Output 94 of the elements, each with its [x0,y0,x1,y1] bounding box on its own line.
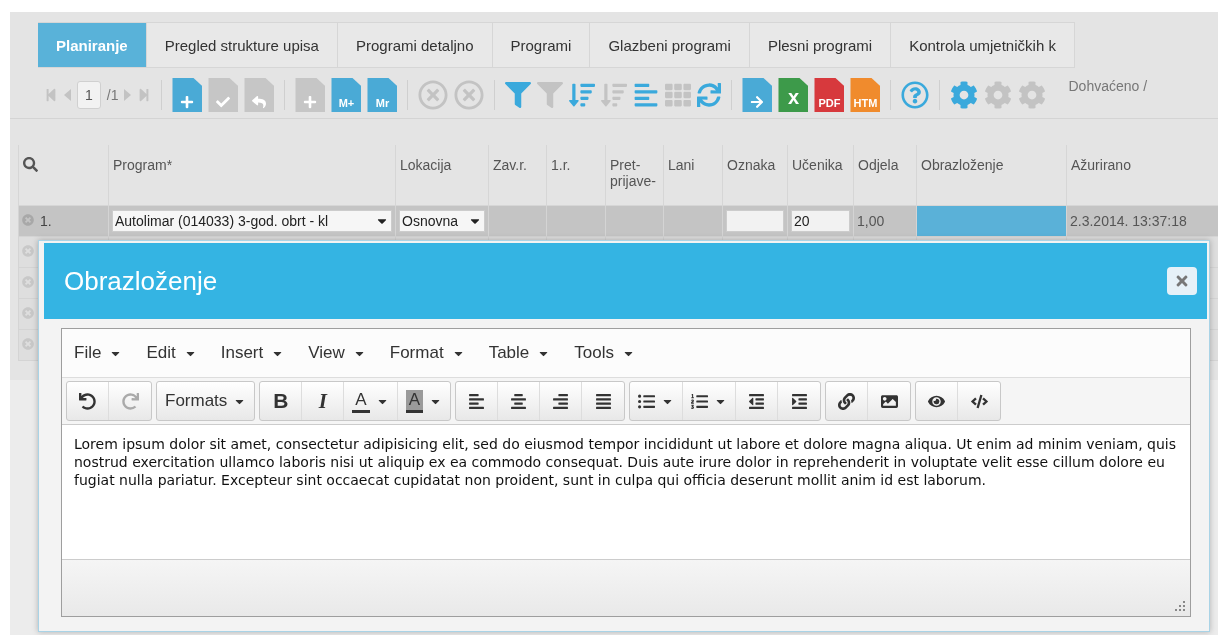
dialog-title: Obrazloženje [64,265,218,297]
close-button[interactable] [1167,267,1197,295]
help-icon [901,81,930,109]
align-center-icon [510,392,528,410]
sort-button[interactable] [569,82,596,108]
column-header: Lokacija [395,145,489,206]
filter-icon [537,82,564,108]
delete-icon[interactable] [22,338,34,350]
italic-button[interactable]: I [302,382,345,420]
help-button[interactable] [901,81,930,109]
filter-button[interactable] [505,82,532,108]
students-field[interactable]: 20 [791,210,850,232]
filter-icon [505,82,532,108]
delete-icon[interactable] [22,214,34,226]
sort-icon [569,82,596,108]
tab[interactable]: Plesni programi [749,22,892,68]
reply-icon [252,95,267,109]
column-header: Obrazloženje [916,145,1067,206]
menu-item[interactable]: Edit [140,339,203,367]
search-icon[interactable] [23,157,38,172]
export-document-button[interactable] [742,78,773,112]
grid-icon [665,82,692,108]
add-document-button[interactable] [172,78,203,112]
redo-icon [121,392,139,410]
outdent-icon [748,392,766,410]
justify-icon [594,392,612,410]
tab[interactable]: Kontrola umjetničkih k [891,22,1075,68]
lines-icon [633,82,660,108]
column-header: Program* [108,145,396,206]
arrow-right-icon [750,95,765,109]
settings-button[interactable] [950,81,979,109]
table-cell: 2.3.2014. 13:37:18 [1070,213,1187,229]
resize-grip-icon[interactable] [1174,600,1186,612]
text-color-button[interactable]: A [344,382,398,420]
image-icon [880,392,898,410]
menu-item[interactable]: Table [482,339,557,367]
delete-icon[interactable] [22,245,34,257]
menu-item[interactable]: View [302,339,372,367]
circle-x-icon [454,80,485,110]
menu-item[interactable]: Tools [568,339,641,367]
tab[interactable]: Glazbeni programi [590,22,750,68]
align-left-icon [468,392,486,410]
column-header: 1.r. [546,145,606,206]
status-text: Dohvaćeno / [1068,78,1148,94]
tab[interactable]: Pregled strukture upisa [146,22,338,68]
triangle-right-icon [124,89,132,101]
link-icon [838,392,856,410]
skip-back-icon [44,88,58,102]
code-icon [970,392,988,410]
label-field[interactable] [726,210,784,232]
refresh-icon [697,83,722,107]
gear-icon [1018,81,1047,109]
close-icon [1174,273,1190,289]
columns-button[interactable] [633,82,660,108]
menu-item[interactable]: Insert [214,339,291,367]
bold-button[interactable]: B [260,382,303,420]
align-right-icon [552,392,570,410]
table-cell: 1,00 [857,213,885,229]
formats-dropdown[interactable]: Formats [157,382,255,420]
indent-icon [790,392,808,410]
page-count: /1 [106,87,119,103]
column-header: Pret- prijave- [605,145,664,206]
menu-item[interactable]: File [68,339,129,367]
column-header: Lani [663,145,723,206]
plus-icon [303,95,318,109]
gear-icon [984,81,1013,109]
column-header: Odjela [853,145,917,206]
circle-x-icon [418,80,449,110]
location-select[interactable]: Osnovna [399,210,485,232]
column-header: Oznaka [722,145,788,206]
background-color-button[interactable]: A [397,382,451,420]
tab[interactable]: Programi [492,22,591,68]
plus-icon [180,95,195,109]
row-number: 1. [40,213,52,229]
active-cell[interactable] [916,205,1067,237]
program-select[interactable]: Autolimar (014033) 3-god. obrt - kl [112,210,392,232]
sort-icon [601,82,628,108]
triangle-left-icon [64,89,71,101]
document-button[interactable]: x [778,78,809,112]
tab[interactable]: Programi detaljno [337,22,493,68]
delete-icon[interactable] [22,276,34,288]
bullet-list-icon [638,392,656,410]
check-icon [216,95,231,109]
menu-item[interactable]: Format [383,339,471,367]
gear-icon [950,81,979,109]
numbered-list-icon [691,392,709,410]
column-header: Učenika [787,145,854,206]
page-field[interactable]: 1 [77,81,101,109]
refresh-button[interactable] [697,83,722,107]
delete-icon[interactable] [22,307,34,319]
undo-icon [79,392,96,410]
column-header: Zav.r. [488,145,547,206]
column-header: Ažurirano [1066,145,1218,206]
document-button[interactable]: PDF [814,78,845,112]
